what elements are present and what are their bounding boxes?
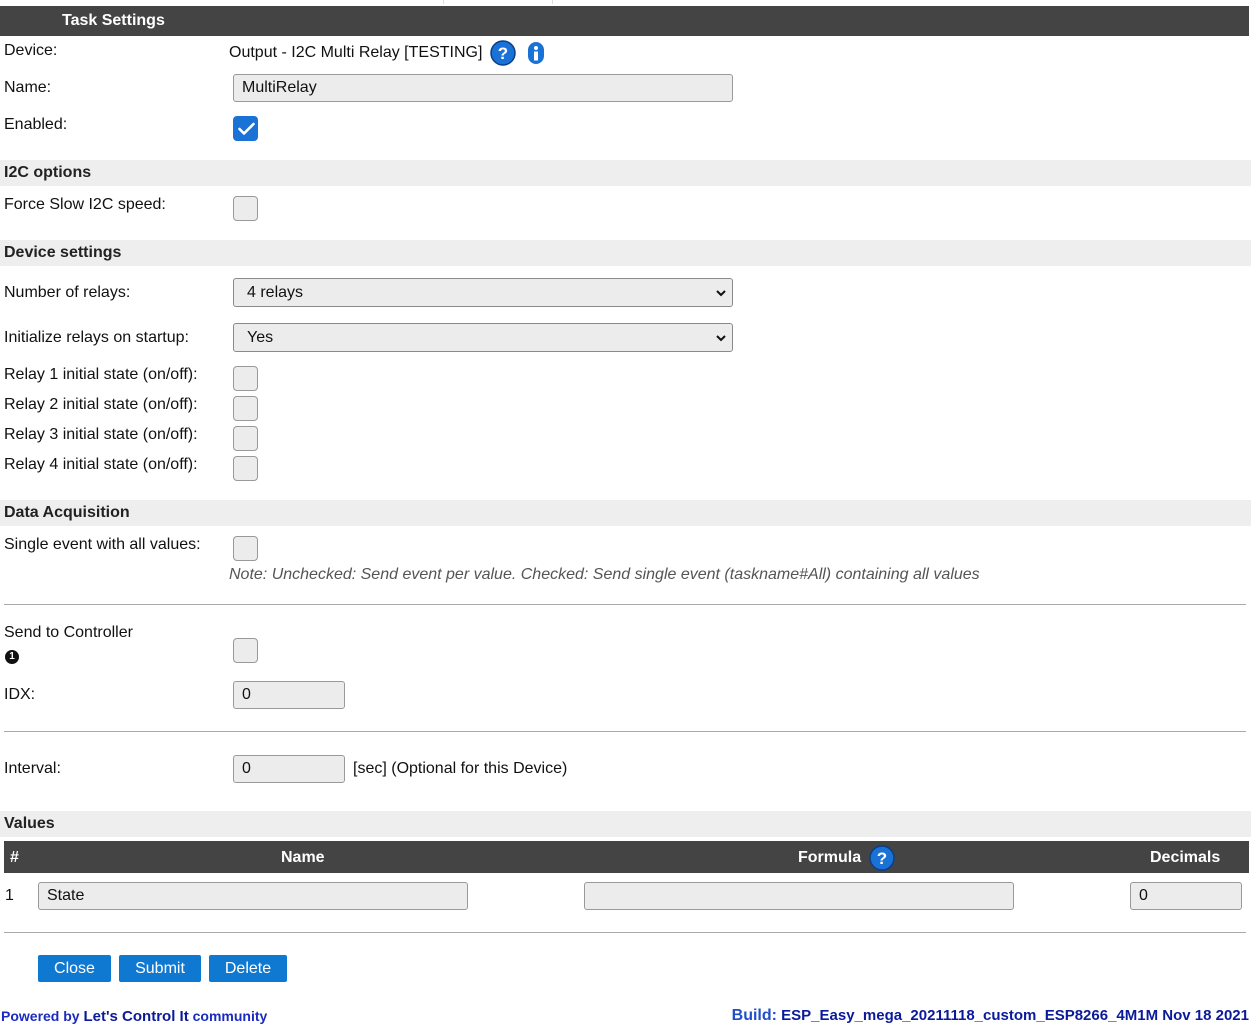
svg-text:?: ? xyxy=(498,44,508,63)
relay-1-state-label: Relay 1 initial state (on/off): xyxy=(4,366,198,383)
init-relays-select[interactable]: Yes xyxy=(233,323,733,352)
delete-button[interactable]: Delete xyxy=(209,955,287,982)
idx-label: IDX: xyxy=(4,686,36,703)
close-button[interactable]: Close xyxy=(38,955,111,982)
column-header-formula: Formula xyxy=(798,849,862,866)
community-link[interactable]: Let's Control It xyxy=(83,1008,188,1025)
enabled-checkbox[interactable] xyxy=(233,116,258,141)
device-value: Output - I2C Multi Relay [TESTING] xyxy=(229,44,483,61)
idx-input[interactable] xyxy=(233,681,345,709)
select-value: 4 relays xyxy=(247,284,304,301)
value-formula-input[interactable] xyxy=(584,882,1014,910)
value-name-input[interactable] xyxy=(38,882,468,910)
column-header-decimals: Decimals xyxy=(1150,849,1221,866)
relay-2-state-label: Relay 2 initial state (on/off): xyxy=(4,396,198,413)
force-slow-i2c-label: Force Slow I2C speed: xyxy=(4,196,166,213)
force-slow-i2c-checkbox[interactable] xyxy=(233,196,258,221)
enabled-label: Enabled: xyxy=(4,116,68,133)
checkmark-icon xyxy=(238,122,255,135)
relay-3-state-label: Relay 3 initial state (on/off): xyxy=(4,426,198,443)
chevron-down-icon xyxy=(716,290,726,297)
number-of-relays-select[interactable]: 4 relays xyxy=(233,278,733,307)
question-circle-icon[interactable]: ? xyxy=(869,845,895,871)
section-values: Values xyxy=(0,811,1251,837)
single-event-note: Note: Unchecked: Send event per value. C… xyxy=(229,566,980,583)
task-settings-header: Task Settings xyxy=(0,6,1249,36)
init-relays-label: Initialize relays on startup: xyxy=(4,329,189,346)
powered-by-text: Powered by xyxy=(1,1008,80,1024)
relay-4-state-label: Relay 4 initial state (on/off): xyxy=(4,456,198,473)
tab-divider xyxy=(443,0,444,4)
relay-1-state-checkbox[interactable] xyxy=(233,366,258,391)
relay-2-state-checkbox[interactable] xyxy=(233,396,258,421)
value-decimals-input[interactable] xyxy=(1130,882,1242,910)
section-title: Device settings xyxy=(4,244,122,261)
name-label: Name: xyxy=(4,79,52,96)
controller-number-badge: 1 xyxy=(5,650,19,664)
tab-divider xyxy=(552,0,553,4)
relay-4-state-checkbox[interactable] xyxy=(233,456,258,481)
build-info: Build: ESP_Easy_mega_20211118_custom_ESP… xyxy=(732,1007,1249,1025)
community-text: community xyxy=(192,1008,268,1024)
value-row-number: 1 xyxy=(5,887,14,904)
values-table-header: # Name Formula ? Decimals xyxy=(4,841,1249,873)
interval-unit: [sec] (Optional for this Device) xyxy=(353,760,568,777)
section-data-acquisition: Data Acquisition xyxy=(0,500,1251,526)
powered-by-footer: Powered by Let's Control It community xyxy=(1,1008,267,1025)
build-prefix: Build: xyxy=(731,1007,777,1024)
number-of-relays-label: Number of relays: xyxy=(4,284,131,301)
single-event-checkbox[interactable] xyxy=(233,536,258,561)
svg-text:?: ? xyxy=(877,849,887,868)
divider xyxy=(4,932,1246,933)
info-icon[interactable] xyxy=(527,41,545,65)
single-event-label: Single event with all values: xyxy=(4,536,201,553)
send-to-controller-checkbox[interactable] xyxy=(233,638,258,663)
build-value: ESP_Easy_mega_20211118_custom_ESP8266_4M… xyxy=(781,1007,1249,1024)
submit-button[interactable]: Submit xyxy=(119,955,201,982)
section-device-settings: Device settings xyxy=(0,240,1251,266)
section-i2c-options: I2C options xyxy=(0,160,1251,186)
question-circle-icon[interactable]: ? xyxy=(490,40,516,66)
relay-3-state-checkbox[interactable] xyxy=(233,426,258,451)
column-header-num: # xyxy=(10,849,19,866)
divider xyxy=(4,731,1246,732)
interval-input[interactable] xyxy=(233,755,345,783)
section-title: Data Acquisition xyxy=(4,504,130,521)
divider xyxy=(4,604,1246,605)
page-title: Task Settings xyxy=(62,12,165,29)
device-label: Device: xyxy=(4,42,58,59)
section-title: I2C options xyxy=(4,164,92,181)
chevron-down-icon xyxy=(716,335,726,342)
column-header-name: Name xyxy=(281,849,325,866)
task-name-input[interactable] xyxy=(233,74,733,102)
select-value: Yes xyxy=(247,329,274,346)
interval-label: Interval: xyxy=(4,760,61,777)
section-title: Values xyxy=(4,815,55,832)
send-to-controller-label: Send to Controller xyxy=(4,624,133,641)
